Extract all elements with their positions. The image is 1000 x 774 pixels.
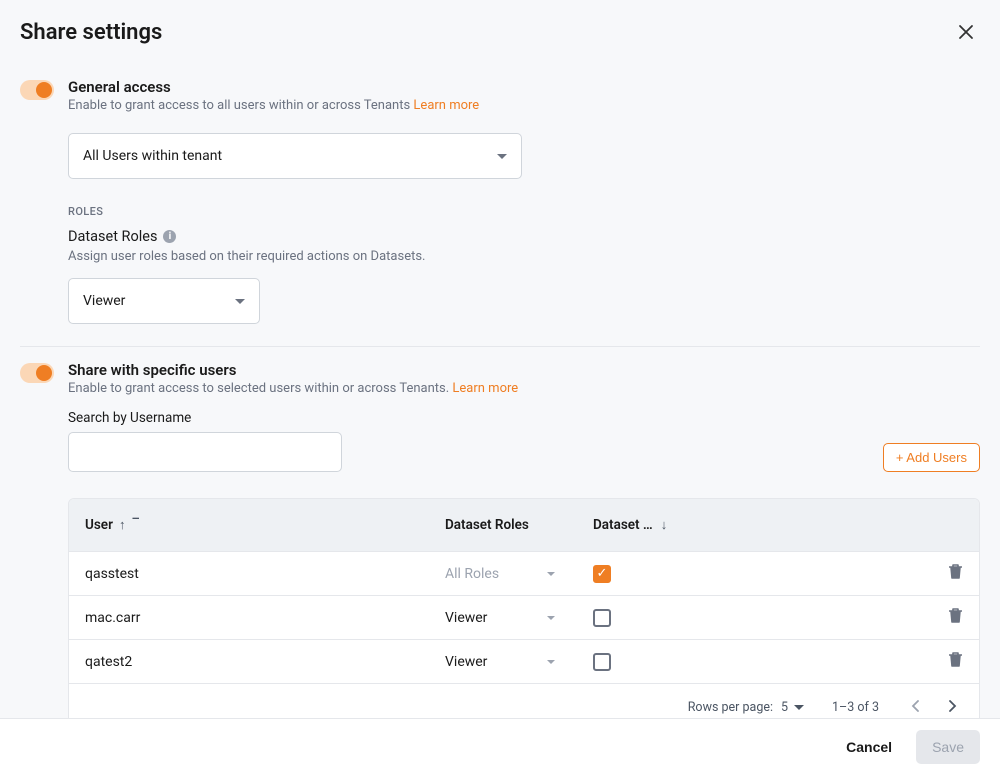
chevron-down-icon <box>547 572 555 576</box>
save-button[interactable]: Save <box>916 730 980 764</box>
chevron-down-icon <box>235 299 245 304</box>
general-access-toggle[interactable] <box>20 80 54 100</box>
add-users-button[interactable]: + Add Users <box>883 443 980 472</box>
dataset-roles-label: Dataset Roles <box>68 228 157 245</box>
trash-icon <box>948 651 963 668</box>
delete-row-button[interactable] <box>948 607 963 628</box>
chevron-down-icon <box>497 154 507 159</box>
chevron-down-icon <box>547 660 555 664</box>
delete-row-button[interactable] <box>948 651 963 672</box>
table-row: mac.carrViewer <box>69 595 979 639</box>
col-header-admin[interactable]: Dataset … ↓ <box>593 517 753 533</box>
general-access-section: General access Enable to grant access to… <box>20 64 980 346</box>
general-access-heading: General access <box>68 78 479 96</box>
dataset-admin-checkbox[interactable]: ✓ <box>593 565 611 583</box>
table-footer: Rows per page: 5 1–3 of 3 <box>69 683 979 718</box>
dataset-admin-checkbox[interactable] <box>593 653 611 671</box>
share-settings-dialog: Share settings General access Enable to … <box>0 0 1000 774</box>
cell-user: qatest2 <box>85 654 445 670</box>
chevron-down-icon <box>547 616 555 620</box>
remove-filter-icon[interactable]: – <box>131 513 139 526</box>
dataset-roles-desc: Assign user roles based on their require… <box>68 249 980 264</box>
cancel-button[interactable]: Cancel <box>836 731 902 763</box>
col-header-roles[interactable]: Dataset Roles <box>445 517 593 533</box>
search-label: Search by Username <box>68 410 980 426</box>
table-row: qatest2Viewer <box>69 639 979 683</box>
check-icon: ✓ <box>597 567 608 580</box>
dialog-title: Share settings <box>20 20 162 45</box>
row-role-select[interactable]: Viewer <box>445 610 555 626</box>
dialog-footer: Cancel Save <box>0 718 1000 774</box>
row-role-select[interactable]: Viewer <box>445 654 555 670</box>
delete-row-button[interactable] <box>948 563 963 584</box>
close-icon <box>958 24 974 40</box>
chevron-right-icon <box>947 700 957 712</box>
table-row: qasstestAll Roles ✓ <box>69 551 979 595</box>
users-table: User ↑ – Dataset Roles Dataset … ↓ <box>68 498 980 718</box>
next-page-button[interactable] <box>943 696 961 719</box>
trash-icon <box>948 607 963 624</box>
specific-users-heading: Share with specific users <box>68 361 518 379</box>
rows-per-page-select[interactable]: 5 <box>781 700 804 715</box>
dataset-admin-checkbox[interactable] <box>593 609 611 627</box>
cell-user: qasstest <box>85 566 445 582</box>
general-learn-more-link[interactable]: Learn more <box>413 98 479 113</box>
close-button[interactable] <box>952 18 980 46</box>
trash-icon <box>948 563 963 580</box>
sort-asc-icon: ↑ <box>119 517 126 533</box>
chevron-left-icon <box>911 700 921 712</box>
role-select[interactable]: Viewer <box>68 278 260 324</box>
dialog-header: Share settings <box>0 0 1000 56</box>
roles-section-label: ROLES <box>68 205 980 218</box>
dialog-body: General access Enable to grant access to… <box>0 56 1000 718</box>
info-icon[interactable]: i <box>163 230 176 243</box>
pagination-range: 1–3 of 3 <box>832 700 879 715</box>
cell-user: mac.carr <box>85 610 445 626</box>
chevron-down-icon <box>794 705 804 710</box>
specific-users-desc: Enable to grant access to selected users… <box>68 381 518 396</box>
table-header-row: User ↑ – Dataset Roles Dataset … ↓ <box>69 499 979 551</box>
role-select-value: Viewer <box>83 293 125 309</box>
scope-select[interactable]: All Users within tenant <box>68 133 522 179</box>
sort-desc-icon: ↓ <box>661 517 668 533</box>
col-header-user[interactable]: User ↑ – <box>85 517 445 533</box>
specific-learn-more-link[interactable]: Learn more <box>452 381 518 396</box>
search-input[interactable] <box>68 432 342 472</box>
general-access-desc: Enable to grant access to all users with… <box>68 98 479 113</box>
prev-page-button[interactable] <box>907 696 925 719</box>
scope-select-value: All Users within tenant <box>83 148 222 164</box>
row-role-select: All Roles <box>445 566 555 582</box>
specific-users-toggle[interactable] <box>20 363 54 383</box>
rows-per-page-label: Rows per page: <box>688 700 773 715</box>
specific-users-section: Share with specific users Enable to gran… <box>20 347 980 718</box>
